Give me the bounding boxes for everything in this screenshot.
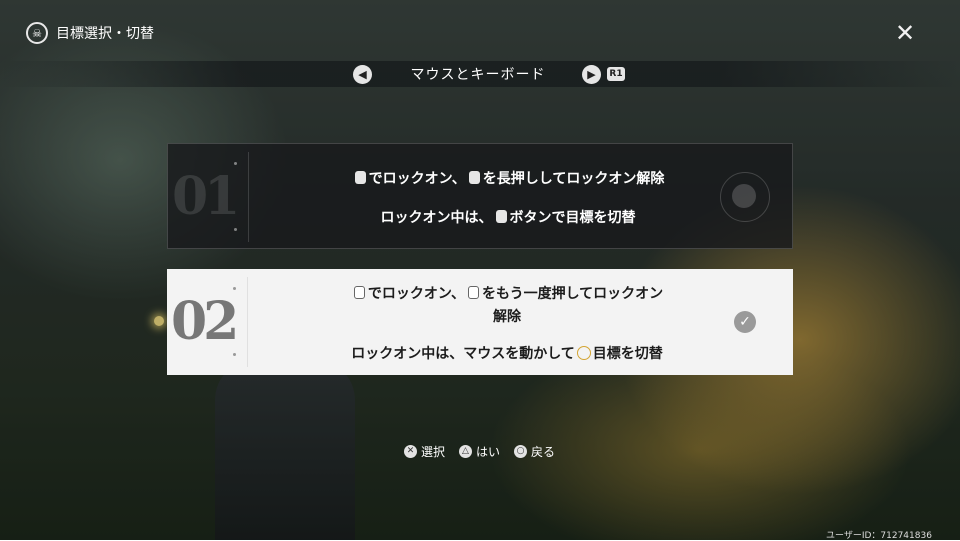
screen-title: 目標選択・切替 xyxy=(56,26,154,42)
screen-header: ☠ 目標選択・切替 xyxy=(26,22,154,44)
option-number: 02 xyxy=(171,291,239,352)
option-line-1-wrap: 解除 xyxy=(493,309,521,325)
chevron-right-icon[interactable]: ▶ xyxy=(582,65,601,84)
mouse-left-click-icon xyxy=(468,171,480,184)
option-line-1: でロックオン、 をもう一度押してロックオン xyxy=(257,283,757,303)
card-divider xyxy=(247,277,248,367)
circle-button-icon: ○ xyxy=(514,445,528,458)
lockon-reticle-core xyxy=(732,184,756,208)
corner-dot xyxy=(234,162,237,165)
mouse-middle-click-icon xyxy=(468,286,479,299)
button-hints: ✕ 選択 △ はい ○ 戻る xyxy=(404,443,555,460)
option-line-1: でロックオン、 を長押ししてロックオン解除 xyxy=(258,168,758,188)
r1-key-badge: R1 xyxy=(607,67,625,81)
hint-back[interactable]: ○ 戻る xyxy=(514,443,555,460)
option-card-01[interactable]: 01 でロックオン、 を長押ししてロックオン解除 ロックオン中は、 ボタンで目標を切… xyxy=(167,143,793,249)
option-line-2: ロックオン中は、マウスを動かして 目標を切替 xyxy=(351,346,663,362)
option-number: 01 xyxy=(172,166,240,227)
mouse-left-click-icon xyxy=(354,171,366,184)
option-line-2: ロックオン中は、 ボタンで目標を切替 xyxy=(380,210,636,226)
hint-select[interactable]: ✕ 選択 xyxy=(404,443,445,460)
cross-button-icon: ✕ xyxy=(404,445,417,458)
mode-label: マウスとキーボード xyxy=(410,67,546,83)
selected-check-icon: ✓ xyxy=(734,311,756,333)
close-x-icon[interactable]: ✕ xyxy=(892,20,918,46)
corner-dot xyxy=(233,287,236,290)
mouse-middle-click-icon xyxy=(353,286,365,299)
corner-dot xyxy=(233,353,236,356)
corner-dot xyxy=(234,228,237,231)
triangle-button-icon: △ xyxy=(459,445,473,458)
mouse-move-icon xyxy=(576,346,591,360)
card-divider xyxy=(248,152,249,242)
chevron-left-icon[interactable]: ◀ xyxy=(353,65,372,84)
mouse-side-button-icon xyxy=(495,210,507,223)
hint-yes[interactable]: △ はい xyxy=(459,443,500,460)
option-card-02[interactable]: 02 でロックオン、 をもう一度押してロックオン 解除 ロックオン中は、マウスを動… xyxy=(167,269,793,375)
user-id: ユーザーID：712741836 xyxy=(826,531,932,541)
skull-emblem-icon: ☠ xyxy=(26,22,48,44)
